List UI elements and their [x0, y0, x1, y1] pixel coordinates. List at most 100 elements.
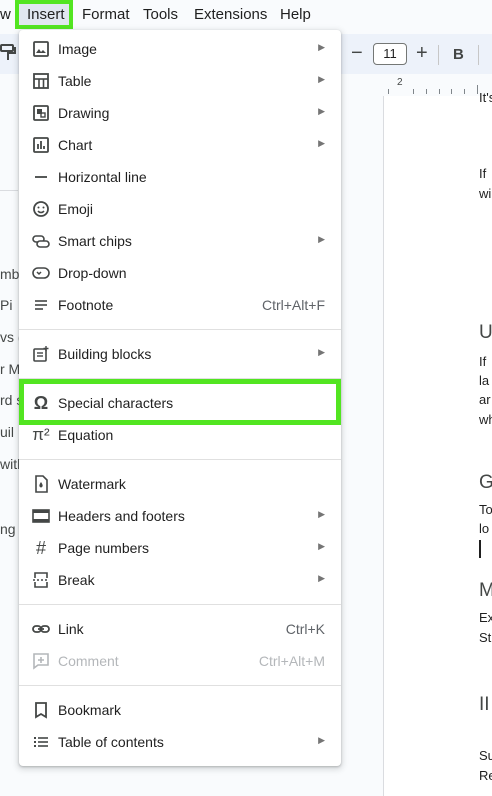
dropdown-icon [31, 263, 51, 283]
shortcut-label: Ctrl+Alt+F [261, 297, 325, 313]
outline-item[interactable]: Pi [0, 297, 12, 313]
decrease-font-size-button[interactable]: − [351, 42, 363, 65]
menu-item-label: Emoji [58, 201, 94, 217]
menu-item-label: Bookmark [58, 702, 122, 718]
menu-tools[interactable]: Tools [143, 6, 178, 23]
menu-item-label: Smart chips [58, 233, 132, 249]
submenu-arrow-icon: ▶ [318, 509, 325, 519]
font-size-input[interactable]: 11 [373, 43, 407, 65]
menu-item-label: Break [58, 572, 95, 588]
menu-divider [19, 378, 341, 379]
menu-divider [19, 685, 341, 686]
menu-item-dropdown[interactable]: Drop-down [19, 257, 341, 289]
ruler-tick [451, 89, 452, 94]
menu-item-page-numbers[interactable]: # Page numbers ▶ [19, 532, 341, 564]
menu-item-emoji[interactable]: Emoji [19, 193, 341, 225]
menu-item-label: Drawing [58, 105, 110, 121]
menu-extensions[interactable]: Extensions [194, 6, 267, 23]
ruler-tick [464, 89, 465, 94]
submenu-arrow-icon: ▶ [318, 234, 325, 244]
outline-item[interactable]: ng [0, 521, 16, 537]
outline-item[interactable]: uil [0, 424, 14, 440]
menu-item-horizontal-line[interactable]: Horizontal line [19, 161, 341, 193]
menu-item-label: Link [58, 621, 84, 637]
menu-item-label: Table of contents [58, 734, 164, 750]
menu-item-label: Drop-down [58, 265, 127, 281]
menu-item-special-characters[interactable]: Ω Special characters [19, 387, 341, 419]
menu-item-link[interactable]: Link Ctrl+K [19, 613, 341, 645]
doc-text: ar [479, 392, 491, 407]
comment-icon [31, 651, 51, 671]
menu-item-comment: Comment Ctrl+Alt+M [19, 645, 341, 677]
menu-format[interactable]: Format [82, 6, 130, 23]
menu-item-smart-chips[interactable]: Smart chips ▶ [19, 225, 341, 257]
pi-icon: π² [32, 425, 50, 444]
menu-item-label: Special characters [58, 395, 174, 411]
ruler[interactable]: 2 [383, 74, 492, 97]
doc-text: la [479, 373, 490, 388]
doc-heading: G [479, 472, 492, 493]
headers-footers-icon [31, 506, 51, 526]
menu-item-label: Chart [58, 137, 93, 153]
ruler-tick [413, 89, 414, 94]
menu-item-label: Building blocks [58, 346, 152, 362]
outline-item[interactable]: r M [0, 361, 20, 377]
increase-font-size-button[interactable]: + [416, 42, 428, 65]
footnote-icon [31, 295, 51, 315]
doc-text: It's [479, 90, 492, 105]
menu-item-footnote[interactable]: Footnote Ctrl+Alt+F [19, 289, 341, 321]
menu-view-partial[interactable]: w [0, 6, 11, 23]
submenu-arrow-icon: ▶ [318, 74, 325, 84]
doc-text: wi [479, 186, 492, 201]
horizontal-line-icon [31, 167, 51, 187]
table-icon [31, 71, 51, 91]
doc-heading: II [479, 694, 490, 715]
menu-item-chart[interactable]: Chart ▶ [19, 129, 341, 161]
menu-item-equation[interactable]: π² Equation [19, 419, 341, 451]
ruler-number: 2 [397, 77, 403, 88]
document-page[interactable] [383, 96, 492, 796]
menu-item-building-blocks[interactable]: Building blocks ▶ [19, 338, 341, 370]
menu-item-headers-footers[interactable]: Headers and footers ▶ [19, 500, 341, 532]
menu-item-image[interactable]: Image ▶ [19, 33, 341, 65]
menu-item-label: Watermark [58, 476, 126, 492]
smart-chips-icon [31, 231, 51, 251]
menu-item-label: Horizontal line [58, 169, 147, 185]
watermark-icon [31, 474, 51, 494]
menu-item-break[interactable]: Break ▶ [19, 564, 341, 596]
submenu-arrow-icon: ▶ [318, 42, 325, 52]
bold-button[interactable]: B [453, 46, 464, 63]
menu-item-drawing[interactable]: Drawing ▶ [19, 97, 341, 129]
insert-menu: Image ▶ Table ▶ Drawing ▶ Chart ▶ Horizo… [19, 30, 341, 766]
menu-divider [19, 459, 341, 460]
shortcut-label: Ctrl+Alt+M [258, 653, 325, 669]
menu-item-table-of-contents[interactable]: Table of contents ▶ [19, 726, 341, 758]
drawing-icon [31, 103, 51, 123]
menu-item-watermark[interactable]: Watermark [19, 468, 341, 500]
menu-item-label: Image [58, 41, 97, 57]
ruler-tick [477, 85, 478, 94]
text-cursor [479, 540, 481, 558]
doc-text: Ex [479, 610, 492, 625]
menu-insert[interactable]: Insert [27, 6, 65, 23]
menu-item-bookmark[interactable]: Bookmark [19, 694, 341, 726]
submenu-arrow-icon: ▶ [318, 735, 325, 745]
menu-item-table[interactable]: Table ▶ [19, 65, 341, 97]
doc-text: wh [479, 412, 492, 427]
doc-text: If [479, 166, 487, 181]
submenu-arrow-icon: ▶ [318, 106, 325, 116]
doc-text: Re [479, 768, 492, 783]
menu-item-label: Comment [58, 653, 119, 669]
doc-heading: M [479, 580, 492, 601]
toc-icon [31, 732, 51, 752]
doc-text: Su [479, 748, 492, 763]
ruler-tick [426, 89, 427, 94]
image-icon [31, 39, 51, 59]
menu-help[interactable]: Help [280, 6, 311, 23]
doc-text: If [479, 354, 487, 369]
chart-icon [31, 135, 51, 155]
bookmark-icon [31, 700, 51, 720]
menu-item-label: Headers and footers [58, 508, 185, 524]
paint-format-icon[interactable] [0, 44, 16, 62]
omega-icon: Ω [33, 393, 49, 413]
